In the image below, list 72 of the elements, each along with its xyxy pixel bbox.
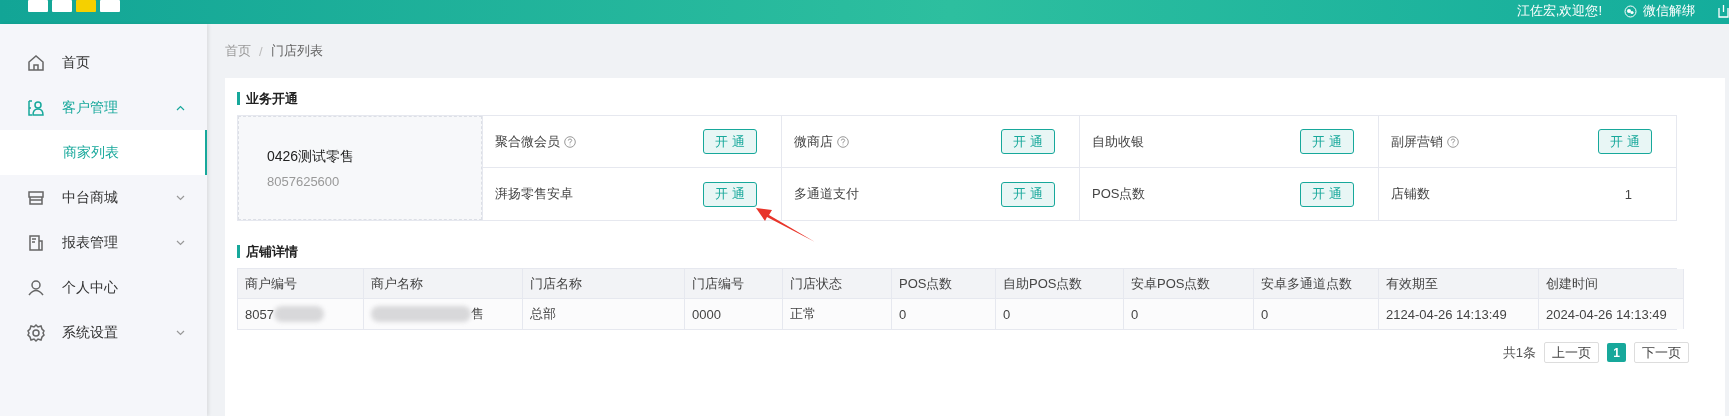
open-button[interactable]: 开通 [1598, 129, 1652, 154]
column-header: 自助POS点数 [996, 269, 1124, 298]
breadcrumb-item: 门店列表 [270, 42, 323, 60]
service-label: 店铺数 [1390, 185, 1430, 203]
column-header: 商户名称 [364, 269, 523, 298]
column-header: POS点数 [892, 269, 996, 298]
help-icon [1446, 135, 1459, 148]
table-cell: 0 [892, 298, 996, 329]
sidebar-item[interactable]: 首页 [0, 40, 207, 85]
prev-page-button[interactable]: 上一页 [1544, 342, 1599, 363]
open-button[interactable]: 开通 [1299, 129, 1354, 154]
service-label: 多通道支付 [793, 185, 859, 203]
breadcrumb-separator: / [259, 43, 263, 59]
column-header: 门店编号 [685, 269, 783, 298]
open-button[interactable]: 开通 [702, 181, 757, 207]
sidebar-item[interactable]: 中台商城 [0, 175, 207, 220]
store-id: 8057625600 [267, 173, 341, 189]
service-label: 聚合微会员 [495, 132, 576, 151]
chevron-icon [176, 104, 185, 111]
service-label: 湃扬零售安卓 [495, 185, 573, 203]
service-label: 微商店 [793, 132, 849, 151]
total-count: 共1条 [1502, 343, 1536, 362]
chevron-icon [176, 239, 185, 246]
sidebar-item[interactable]: 个人中心 [0, 265, 207, 310]
report-icon [26, 232, 46, 253]
person-icon [26, 277, 46, 298]
open-button[interactable]: 开通 [702, 129, 757, 154]
service-label: 自助收银 [1092, 132, 1144, 151]
table-cell: 0 [996, 298, 1124, 329]
column-header: 门店名称 [523, 269, 685, 298]
column-header: 安卓多通道点数 [1254, 269, 1379, 298]
sidebar-subitem[interactable]: 商家列表 [0, 130, 207, 175]
sidebar-item[interactable]: 报表管理 [0, 220, 207, 265]
unbind-link[interactable]: 微信解绑 [1624, 2, 1695, 20]
column-header: 门店状态 [783, 269, 892, 298]
section-title: 业务开通 [237, 92, 298, 105]
column-header: 商户编号 [238, 269, 364, 298]
service-value: 1 [1624, 186, 1632, 202]
column-header: 安卓POS点数 [1124, 269, 1254, 298]
chat-icon [1624, 4, 1637, 18]
open-button[interactable]: 开通 [1001, 181, 1055, 207]
table-cell: 2024-04-26 14:13:49 [1539, 298, 1684, 329]
table-cell: 8057 [238, 298, 364, 329]
section-title: 店铺详情 [237, 245, 298, 258]
sidebar-item[interactable]: 客户管理 [0, 85, 207, 130]
help-icon [836, 135, 849, 148]
help-icon [564, 135, 576, 148]
open-button[interactable]: 开通 [1299, 181, 1354, 207]
home-icon [26, 52, 46, 73]
column-header: 有效期至 [1379, 269, 1539, 298]
chevron-icon [176, 194, 185, 201]
service-label: 副屏营销 [1390, 132, 1459, 151]
table-cell: 0000 [685, 298, 783, 329]
breadcrumb-item[interactable]: 首页 [225, 42, 251, 60]
chevron-icon [176, 329, 185, 336]
next-page-button[interactable]: 下一页 [1634, 342, 1689, 363]
table-cell: 0 [1124, 298, 1254, 329]
settings-icon [26, 322, 46, 343]
table-cell: 售 [364, 298, 523, 329]
table-cell: 总部 [523, 298, 685, 329]
logout-icon[interactable] [1717, 4, 1729, 18]
sidebar-item[interactable]: 系统设置 [0, 310, 207, 355]
open-button[interactable]: 开通 [1001, 129, 1055, 154]
table-cell: 2124-04-26 14:13:49 [1379, 298, 1539, 329]
column-header: 创建时间 [1539, 269, 1684, 298]
page-number[interactable]: 1 [1607, 343, 1626, 362]
store-name: 0426测试零售 [267, 147, 356, 166]
welcome-text: 江佐宏,欢迎您! [1516, 2, 1602, 20]
table-cell: 正常 [783, 298, 892, 329]
users-icon [26, 97, 46, 118]
service-label: POS点数 [1092, 185, 1146, 203]
table-cell: 0 [1254, 298, 1379, 329]
